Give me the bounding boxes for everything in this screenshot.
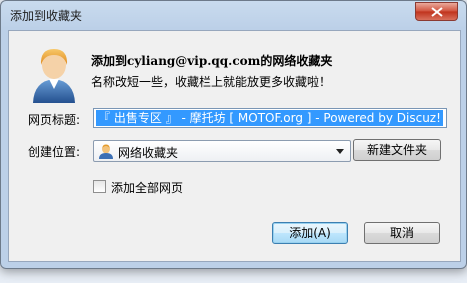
dialog-titlebar[interactable]: 添加到收藏夹 — [1, 1, 466, 29]
location-select-value: 网络收藏夹 — [118, 146, 179, 160]
add-button[interactable]: 添加(A) — [272, 222, 348, 244]
cancel-button[interactable]: 取消 — [364, 222, 440, 244]
title-label: 网页标题: — [28, 113, 81, 127]
user-folder-icon — [99, 144, 113, 159]
dialog-body: 添加到cyliang@vip.qq.com的网络收藏夹 名称改短一些，收藏栏上就… — [8, 30, 461, 262]
heading-prefix: 添加到 — [91, 54, 128, 68]
add-all-checkbox[interactable] — [93, 180, 106, 193]
close-button[interactable] — [415, 2, 458, 21]
dialog-title: 添加到收藏夹 — [10, 9, 83, 23]
location-select[interactable]: 网络收藏夹 — [93, 140, 351, 162]
heading-suffix: 的网络收藏夹 — [260, 54, 333, 68]
title-input-value: 『 出售专区 』 - 摩托坊 [ MOTOF.org ] - Powered b… — [96, 110, 443, 126]
title-input[interactable]: 『 出售专区 』 - 摩托坊 [ MOTOF.org ] - Powered b… — [93, 108, 447, 128]
add-all-label: 添加全部网页 — [111, 181, 184, 195]
close-icon — [431, 7, 443, 17]
add-favorite-dialog: 添加到收藏夹 添加到cyliang@vip.qq.com的网络收藏夹 名称改短一… — [0, 0, 467, 269]
chevron-down-icon — [336, 149, 344, 154]
new-folder-button[interactable]: 新建文件夹 — [353, 139, 441, 161]
heading-email: cyliang@vip.qq.com — [127, 54, 261, 68]
user-avatar-icon — [33, 49, 75, 103]
dialog-heading: 添加到cyliang@vip.qq.com的网络收藏夹 — [91, 52, 332, 69]
location-label: 创建位置: — [28, 145, 81, 159]
dialog-subtext: 名称改短一些，收藏栏上就能放更多收藏啦！ — [91, 75, 332, 89]
